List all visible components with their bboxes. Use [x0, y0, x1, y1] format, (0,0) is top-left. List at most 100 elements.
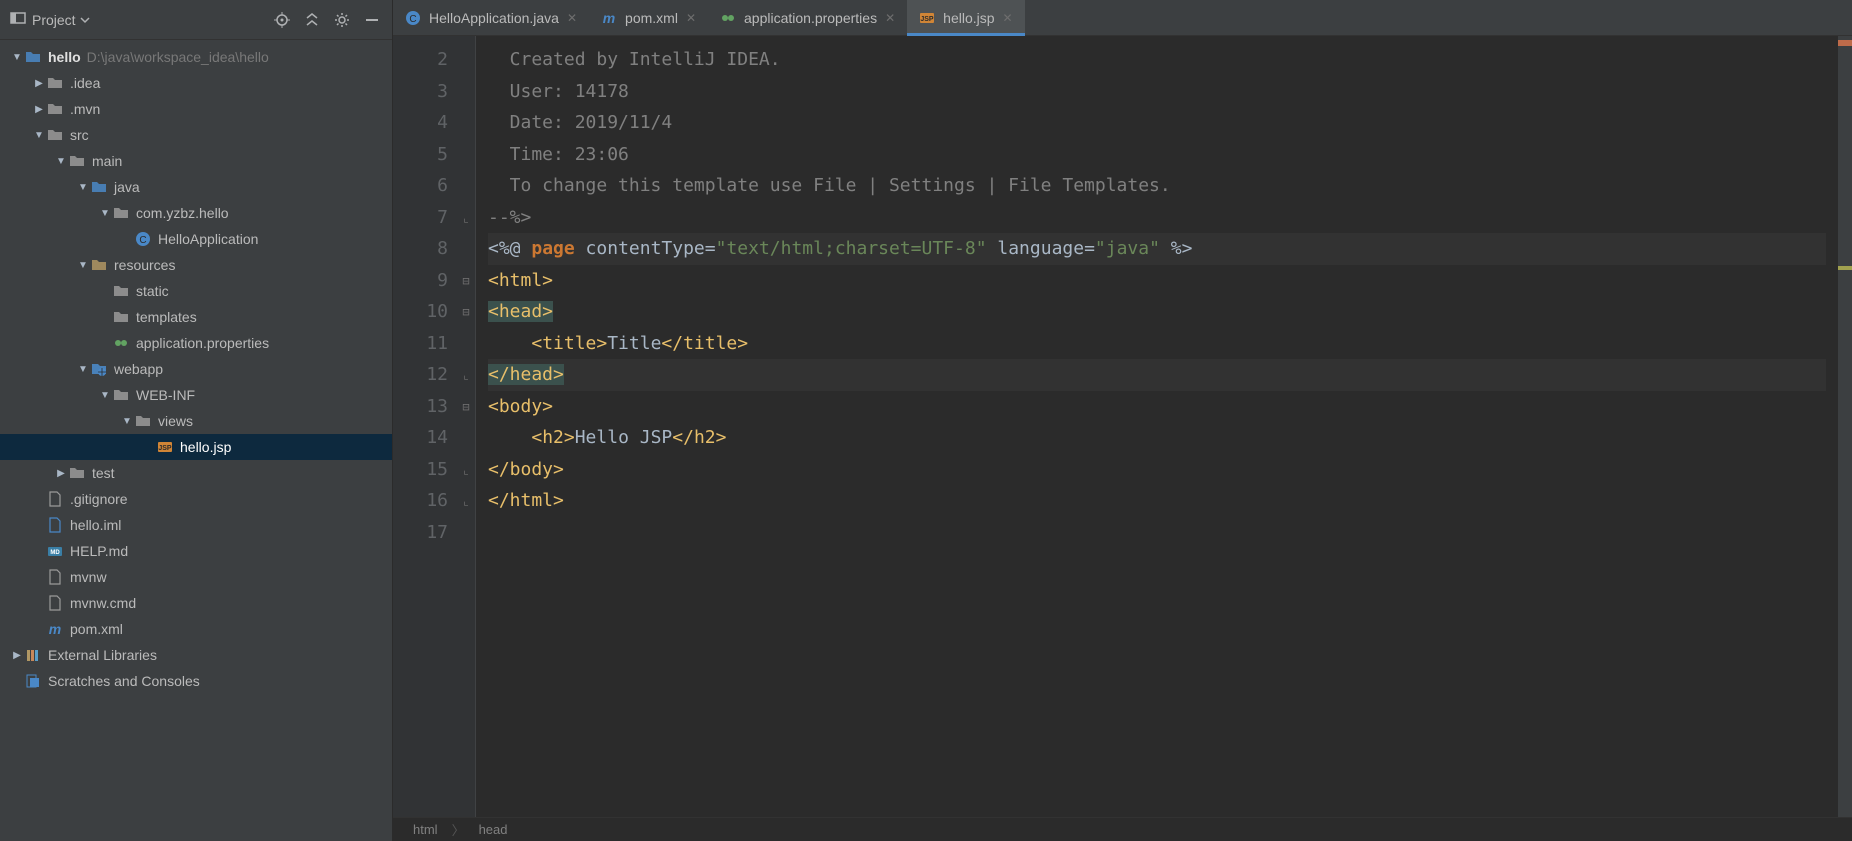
file-mvnw[interactable]: mvnw — [0, 564, 392, 590]
file-hello-application[interactable]: CHelloApplication — [0, 226, 392, 252]
close-icon[interactable]: ✕ — [1003, 11, 1013, 25]
project-tool-title[interactable]: Project — [32, 12, 76, 28]
folder-resources[interactable]: ▼resources — [0, 252, 392, 278]
breadcrumb-item[interactable]: html — [413, 822, 438, 837]
file-pom-xml[interactable]: mpom.xml — [0, 616, 392, 642]
code-line[interactable]: </head> — [488, 359, 1826, 391]
file-help-md[interactable]: MDHELP.md — [0, 538, 392, 564]
collapse-all-icon[interactable] — [302, 10, 322, 30]
code-line[interactable]: <html> — [488, 265, 1826, 297]
tree-label: hello.jsp — [180, 439, 231, 455]
file-hello-iml[interactable]: hello.iml — [0, 512, 392, 538]
code-line[interactable]: <head> — [488, 296, 1826, 328]
tree-arrow-icon[interactable]: ▶ — [32, 104, 46, 115]
fold-toggle-icon[interactable]: ⌞ — [460, 495, 472, 507]
code-line[interactable]: Created by IntelliJ IDEA. — [488, 44, 1826, 76]
tab-pom-xml[interactable]: mpom.xml✕ — [589, 0, 708, 35]
code-line[interactable]: <body> — [488, 391, 1826, 423]
scratches-consoles[interactable]: Scratches and Consoles — [0, 668, 392, 694]
fold-toggle-icon[interactable]: ⊟ — [460, 275, 472, 287]
code-line[interactable]: --%> — [488, 202, 1826, 234]
code-line[interactable]: Date: 2019/11/4 — [488, 107, 1826, 139]
tree-arrow-icon[interactable]: ▼ — [76, 260, 90, 271]
minimize-icon[interactable] — [362, 10, 382, 30]
tree-arrow-icon[interactable]: ▶ — [10, 650, 24, 661]
code-line[interactable]: <h2>Hello JSP</h2> — [488, 422, 1826, 454]
tree-arrow-icon[interactable]: ▼ — [120, 416, 134, 427]
tree-arrow-icon[interactable]: ▼ — [76, 182, 90, 193]
tree-label: WEB-INF — [136, 387, 195, 403]
error-stripe[interactable] — [1838, 40, 1852, 46]
fold-toggle-icon[interactable]: ⊟ — [460, 306, 472, 318]
file-mvnw-cmd[interactable]: mvnw.cmd — [0, 590, 392, 616]
tree-label: application.properties — [136, 335, 269, 351]
fold-toggle-icon[interactable]: ⌞ — [460, 464, 472, 476]
code-content[interactable]: Created by IntelliJ IDEA. User: 14178 Da… — [476, 36, 1838, 817]
jsp-icon: JSP — [919, 10, 935, 26]
tree-label: HELP.md — [70, 543, 128, 559]
external-libraries[interactable]: ▶External Libraries — [0, 642, 392, 668]
close-icon[interactable]: ✕ — [567, 11, 577, 25]
code-line[interactable]: </body> — [488, 454, 1826, 486]
target-icon[interactable] — [272, 10, 292, 30]
code-line[interactable]: User: 14178 — [488, 76, 1826, 108]
package-com-yzbz-hello[interactable]: ▼ com.yzbz.hello — [0, 200, 392, 226]
code-line[interactable]: <%@ page contentType="text/html;charset=… — [488, 233, 1826, 265]
warning-stripe[interactable] — [1838, 266, 1852, 270]
tree-arrow-icon[interactable]: ▶ — [32, 78, 46, 89]
code-line[interactable] — [488, 517, 1826, 549]
editor-scrollbar[interactable] — [1838, 36, 1852, 817]
fold-toggle-icon[interactable]: ⌞ — [460, 212, 472, 224]
file-application-properties[interactable]: application.properties — [0, 330, 392, 356]
folder-icon — [112, 386, 130, 404]
folder-icon — [90, 178, 108, 196]
tree-arrow-icon[interactable]: ▼ — [32, 130, 46, 141]
code-line[interactable]: </html> — [488, 485, 1826, 517]
folder-src[interactable]: ▼src — [0, 122, 392, 148]
project-root[interactable]: ▼helloD:\java\workspace_idea\hello — [0, 44, 392, 70]
fold-toggle-icon[interactable]: ⊟ — [460, 401, 472, 413]
folder-static[interactable]: static — [0, 278, 392, 304]
tree-arrow-icon[interactable]: ▼ — [98, 208, 112, 219]
maven-icon: m — [46, 620, 64, 638]
folder-webapp[interactable]: ▼webapp — [0, 356, 392, 382]
breadcrumb-bar[interactable]: html〉head — [393, 817, 1852, 841]
tab-application-properties[interactable]: application.properties✕ — [708, 0, 907, 35]
file-gitignore[interactable]: .gitignore — [0, 486, 392, 512]
tree-label: mvnw.cmd — [70, 595, 136, 611]
folder-views[interactable]: ▼views — [0, 408, 392, 434]
tab-hello-jsp[interactable]: JSPhello.jsp✕ — [907, 0, 1024, 35]
code-line[interactable]: <title>Title</title> — [488, 328, 1826, 360]
folder-java[interactable]: ▼java — [0, 174, 392, 200]
gear-icon[interactable] — [332, 10, 352, 30]
tree-arrow-icon[interactable]: ▼ — [76, 364, 90, 375]
line-number: 16 — [393, 485, 448, 517]
folder-main[interactable]: ▼main — [0, 148, 392, 174]
tree-arrow-icon[interactable]: ▶ — [54, 468, 68, 479]
folder-mvn[interactable]: ▶.mvn — [0, 96, 392, 122]
code-line[interactable]: To change this template use File | Setti… — [488, 170, 1826, 202]
breadcrumb-item[interactable]: head — [479, 822, 508, 837]
tree-label: com.yzbz.hello — [136, 205, 229, 221]
project-tree[interactable]: ▼helloD:\java\workspace_idea\hello▶.idea… — [0, 40, 392, 841]
line-gutter: 234567891011121314151617 — [393, 36, 458, 817]
maven-icon: m — [601, 10, 617, 26]
code-line[interactable]: Time: 23:06 — [488, 139, 1826, 171]
tab-hello-application[interactable]: CHelloApplication.java✕ — [393, 0, 589, 35]
file-hello-jsp[interactable]: JSPhello.jsp — [0, 434, 392, 460]
fold-column[interactable]: ⌞ ⊟ ⊟ ⌞ ⊟ ⌞ ⌞ — [458, 36, 476, 817]
tree-arrow-icon[interactable]: ▼ — [98, 390, 112, 401]
editor-tabs: CHelloApplication.java✕mpom.xml✕applicat… — [393, 0, 1852, 36]
code-editor[interactable]: 234567891011121314151617 ⌞ ⊟ ⊟ ⌞ ⊟ ⌞ ⌞ Created… — [393, 36, 1852, 817]
line-number: 8 — [393, 233, 448, 265]
close-icon[interactable]: ✕ — [885, 11, 895, 25]
chevron-down-icon[interactable] — [80, 12, 90, 28]
tree-arrow-icon[interactable]: ▼ — [10, 52, 24, 63]
folder-web-inf[interactable]: ▼ WEB-INF — [0, 382, 392, 408]
folder-templates[interactable]: templates — [0, 304, 392, 330]
close-icon[interactable]: ✕ — [686, 11, 696, 25]
folder-test[interactable]: ▶test — [0, 460, 392, 486]
folder-idea[interactable]: ▶.idea — [0, 70, 392, 96]
fold-toggle-icon[interactable]: ⌞ — [460, 369, 472, 381]
tree-arrow-icon[interactable]: ▼ — [54, 156, 68, 167]
